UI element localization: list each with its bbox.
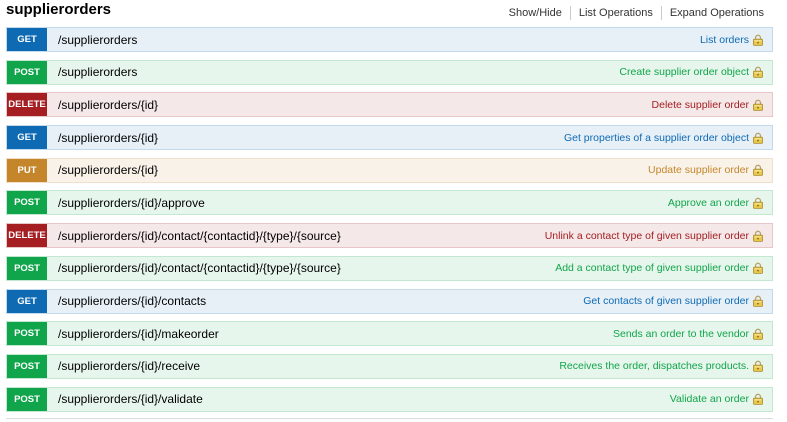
method-badge[interactable]: DELETE bbox=[7, 224, 47, 248]
lock-icon bbox=[752, 66, 764, 78]
operation-row[interactable]: POST /supplierorders/{id}/approve Approv… bbox=[6, 190, 773, 216]
section-title[interactable]: supplierorders bbox=[6, 1, 111, 18]
lock-icon bbox=[752, 99, 764, 111]
operation-summary[interactable]: Validate an order bbox=[670, 393, 749, 405]
operation-path[interactable]: /supplierorders/{id}/makeorder bbox=[47, 327, 613, 341]
operation-row[interactable]: POST /supplierorders/{id}/receive Receiv… bbox=[6, 353, 773, 379]
operation-row[interactable]: POST /supplierorders/{id}/validate Valid… bbox=[6, 386, 773, 412]
method-badge[interactable]: GET bbox=[7, 126, 47, 150]
operation-summary[interactable]: Create supplier order object bbox=[619, 66, 749, 78]
operation-path[interactable]: /supplierorders/{id} bbox=[47, 131, 564, 145]
operation-summary[interactable]: Unlink a contact type of given supplier … bbox=[545, 230, 749, 242]
operation-summary[interactable]: Receives the order, dispatches products. bbox=[559, 360, 749, 372]
method-badge[interactable]: POST bbox=[7, 387, 47, 411]
list-operations-link[interactable]: List Operations bbox=[571, 6, 662, 20]
operation-row[interactable]: DELETE /supplierorders/{id}/contact/{con… bbox=[6, 223, 773, 249]
operation-path[interactable]: /supplierorders bbox=[47, 65, 619, 79]
operation-summary[interactable]: Get properties of a supplier order objec… bbox=[564, 132, 749, 144]
lock-icon bbox=[752, 393, 764, 405]
operation-summary[interactable]: Update supplier order bbox=[648, 164, 749, 176]
operation-path[interactable]: /supplierorders/{id}/receive bbox=[47, 359, 559, 373]
operation-row[interactable]: GET /supplierorders/{id} Get properties … bbox=[6, 125, 773, 151]
operation-row[interactable]: PUT /supplierorders/{id} Update supplier… bbox=[6, 157, 773, 183]
expand-operations-link[interactable]: Expand Operations bbox=[662, 6, 774, 20]
method-badge[interactable]: POST bbox=[7, 191, 47, 215]
operation-summary[interactable]: Get contacts of given supplier order bbox=[583, 295, 749, 307]
operation-summary[interactable]: Sends an order to the vendor bbox=[613, 328, 749, 340]
operation-row[interactable]: GET /supplierorders List orders bbox=[6, 27, 773, 52]
method-badge[interactable]: POST bbox=[7, 60, 47, 84]
method-badge[interactable]: PUT bbox=[7, 158, 47, 182]
lock-icon bbox=[752, 164, 764, 177]
lock-icon bbox=[752, 360, 764, 373]
operation-summary[interactable]: Delete supplier order bbox=[652, 99, 749, 111]
operation-summary[interactable]: Add a contact type of given supplier ord… bbox=[555, 262, 749, 274]
operation-path[interactable]: /supplierorders/{id} bbox=[47, 163, 648, 177]
section-divider bbox=[6, 418, 773, 419]
method-badge[interactable]: POST bbox=[7, 322, 47, 346]
operation-path[interactable]: /supplierorders/{id}/validate bbox=[47, 392, 670, 406]
operations-list: GET /supplierorders List orders POST /su… bbox=[6, 27, 773, 419]
operation-path[interactable]: /supplierorders/{id}/approve bbox=[47, 196, 668, 210]
operation-path[interactable]: /supplierorders/{id} bbox=[47, 98, 652, 112]
lock-icon bbox=[752, 295, 764, 307]
method-badge[interactable]: GET bbox=[7, 289, 47, 313]
lock-icon bbox=[752, 328, 764, 340]
operation-row[interactable]: POST /supplierorders/{id}/contact/{conta… bbox=[6, 255, 773, 281]
header-links: Show/Hide List Operations Expand Operati… bbox=[501, 6, 774, 20]
lock-icon bbox=[752, 34, 764, 46]
operation-row[interactable]: POST /supplierorders/{id}/makeorder Send… bbox=[6, 321, 773, 347]
method-badge[interactable]: GET bbox=[7, 28, 47, 51]
lock-icon bbox=[752, 262, 764, 275]
lock-icon bbox=[752, 230, 764, 242]
method-badge[interactable]: POST bbox=[7, 256, 47, 280]
operation-row[interactable]: DELETE /supplierorders/{id} Delete suppl… bbox=[6, 92, 773, 118]
operation-path[interactable]: /supplierorders/{id}/contacts bbox=[47, 294, 583, 308]
operation-path[interactable]: /supplierorders bbox=[47, 33, 700, 47]
operation-summary[interactable]: Approve an order bbox=[668, 197, 749, 209]
section-header: supplierorders Show/Hide List Operations… bbox=[6, 0, 774, 24]
method-badge[interactable]: POST bbox=[7, 354, 47, 378]
operation-summary[interactable]: List orders bbox=[700, 34, 749, 46]
operation-row[interactable]: POST /supplierorders Create supplier ord… bbox=[6, 59, 773, 85]
method-badge[interactable]: DELETE bbox=[7, 93, 47, 117]
operation-path[interactable]: /supplierorders/{id}/contact/{contactid}… bbox=[47, 229, 545, 243]
show-hide-link[interactable]: Show/Hide bbox=[501, 6, 571, 20]
operation-path[interactable]: /supplierorders/{id}/contact/{contactid}… bbox=[47, 261, 555, 275]
lock-icon bbox=[752, 197, 764, 209]
operation-row[interactable]: GET /supplierorders/{id}/contacts Get co… bbox=[6, 288, 773, 314]
lock-icon bbox=[752, 132, 764, 144]
